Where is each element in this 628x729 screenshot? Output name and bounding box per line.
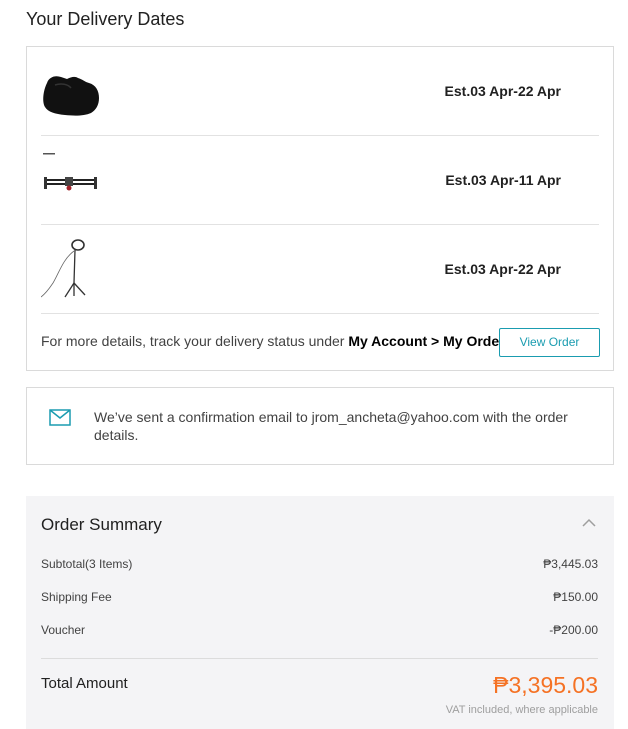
estimated-delivery-date: Est.03 Apr-11 Apr <box>445 172 561 188</box>
camera-slider-icon[interactable] <box>41 150 103 212</box>
summary-row-voucher: Voucher -₱200.00 <box>41 623 598 639</box>
page-title: Your Delivery Dates <box>26 9 185 29</box>
summary-row-label: Voucher <box>41 623 86 637</box>
delivery-item: Est.03 Apr-11 Apr <box>41 136 599 225</box>
track-delivery-note: For more details, track your delivery st… <box>41 333 505 349</box>
view-order-button[interactable]: View Order <box>499 328 600 357</box>
confirmation-email-notice: We’ve sent a confirmation email to jrom_… <box>26 387 614 465</box>
summary-row-shipping-fee: Shipping Fee ₱150.00 <box>41 590 598 606</box>
delivery-item: Est.03 Apr-22 Apr <box>41 225 599 314</box>
summary-row-label: Shipping Fee <box>41 590 112 604</box>
summary-divider <box>41 658 598 659</box>
summary-row-value: ₱150.00 <box>553 590 598 604</box>
chevron-up-icon[interactable] <box>582 518 596 528</box>
confirmation-message: We’ve sent a confirmation email to jrom_… <box>94 409 568 443</box>
delivery-dates-card: Est.03 Apr-22 Apr Est.03 Apr-11 Apr Est.… <box>26 46 614 371</box>
estimated-delivery-date: Est.03 Apr-22 Apr <box>444 261 561 277</box>
estimated-delivery-date: Est.03 Apr-22 Apr <box>444 83 561 99</box>
summary-row-label: Subtotal(3 Items) <box>41 557 133 571</box>
delivery-item: Est.03 Apr-22 Apr <box>41 47 599 136</box>
my-order-path: My Account > My Order <box>348 333 505 349</box>
summary-row-value: ₱3,445.03 <box>543 557 598 571</box>
total-amount-label: Total Amount <box>41 675 128 692</box>
summary-row-subtotal: Subtotal(3 Items) ₱3,445.03 <box>41 557 598 573</box>
camera-cover-icon[interactable] <box>41 61 103 123</box>
track-delivery-text: For more details, track your delivery st… <box>41 333 349 349</box>
order-summary-title: Order Summary <box>41 515 162 534</box>
order-summary-panel: Order Summary Subtotal(3 Items) ₱3,445.0… <box>26 496 614 729</box>
summary-row-value: -₱200.00 <box>549 623 598 637</box>
vat-note: VAT included, where applicable <box>445 704 598 716</box>
total-amount-value: ₱3,395.03 <box>493 672 598 698</box>
mail-icon <box>49 409 71 426</box>
ring-light-tripod-icon[interactable] <box>41 239 103 301</box>
